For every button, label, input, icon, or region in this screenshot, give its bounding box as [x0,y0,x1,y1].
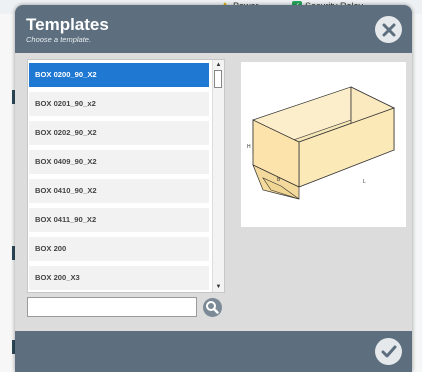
search-button[interactable] [203,298,222,317]
template-preview: H B L [241,62,406,227]
templates-dialog: Templates Choose a template. BOX 0200_90… [15,5,412,372]
close-icon [382,23,395,36]
dimension-label-h: H [247,144,251,150]
dialog-title: Templates [26,15,109,34]
scroll-up-arrow-icon[interactable]: ▲ [213,60,224,70]
confirm-button[interactable] [375,338,402,365]
checkmark-icon [381,345,396,357]
list-scrollbar[interactable]: ▲ ▼ [212,60,224,292]
box-diagram: H B L [247,86,396,200]
template-item[interactable]: BOX 200_X3 [29,266,209,290]
close-button[interactable] [375,16,402,43]
scrollbar-thumb[interactable] [214,70,222,88]
search-icon [206,301,219,314]
template-list[interactable]: BOX 0200_90_X2 BOX 0201_90_x2 BOX 0202_9… [27,59,225,293]
template-item[interactable]: BOX 0200_90_X2 [29,63,209,87]
scroll-down-arrow-icon[interactable]: ▼ [213,282,224,292]
template-item[interactable]: BOX 0409_90_X2 [29,150,209,174]
dialog-footer [15,331,412,372]
template-item[interactable]: BOX 0202_90_X2 [29,121,209,145]
search-input[interactable] [27,297,197,317]
dialog-header: Templates Choose a template. [15,5,412,53]
template-item[interactable]: BOX 0410_90_X2 [29,179,209,203]
dialog-subtitle: Choose a template. [26,35,92,44]
background-right-panel [412,14,422,372]
dimension-label-l: L [363,179,366,185]
template-item[interactable]: BOX 0411_90_X2 [29,208,209,232]
template-item[interactable]: BOX 200 [29,237,209,261]
dialog-body: BOX 0200_90_X2 BOX 0201_90_x2 BOX 0202_9… [15,53,412,331]
template-item[interactable]: BOX 0201_90_x2 [29,92,209,116]
background-left-panel [0,14,16,372]
